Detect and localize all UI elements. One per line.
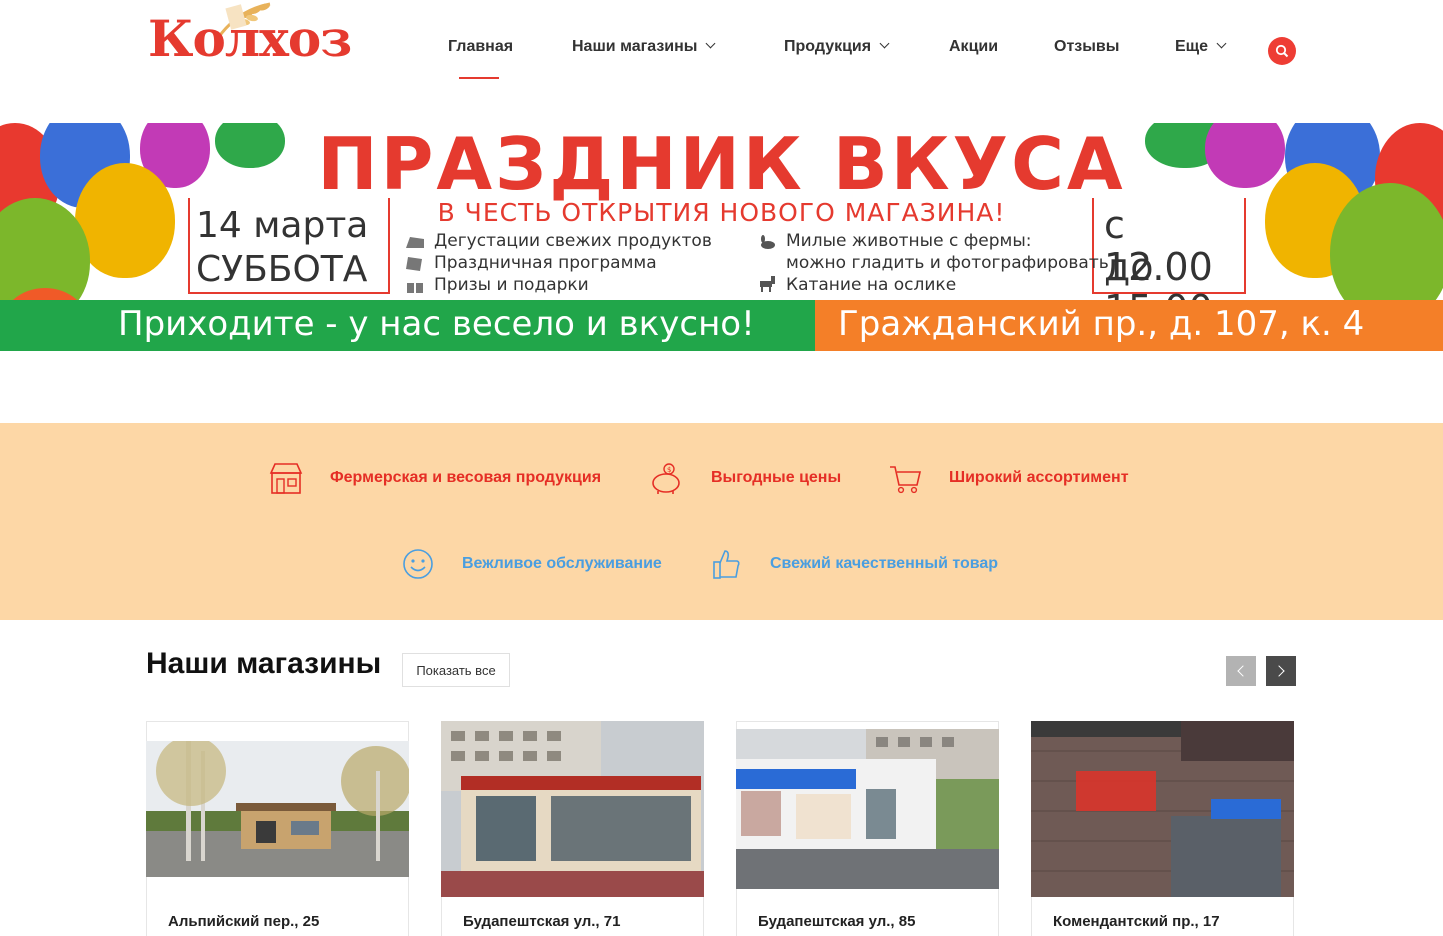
store-name: Будапештская ул., 85 bbox=[758, 913, 916, 930]
logo[interactable]: Колхоз bbox=[148, 0, 378, 86]
svg-text:$: $ bbox=[667, 466, 671, 474]
chevron-left-icon bbox=[1237, 665, 1249, 677]
cheese-icon bbox=[406, 235, 424, 249]
store-name: Альпийский пер., 25 bbox=[168, 913, 320, 930]
advantage-item: Свежий качественный товар bbox=[708, 546, 998, 582]
banner-feature: Катание на ослике bbox=[786, 275, 957, 295]
store-name: Будапештская ул., 71 bbox=[463, 913, 621, 930]
store-card[interactable]: Комендантский пр., 17 bbox=[1031, 721, 1294, 936]
banner-feature: Милые животные с фермы: bbox=[786, 231, 1032, 251]
store-name: Комендантский пр., 17 bbox=[1053, 913, 1220, 930]
banner-feature: можно гладить и фотографировать bbox=[786, 253, 1109, 273]
nav-more-label: Еще bbox=[1175, 38, 1209, 55]
nav-home-label: Главная bbox=[448, 38, 514, 55]
banner-slogan: Приходите - у нас весело и вкусно! bbox=[118, 304, 755, 344]
nav-promotions[interactable]: Акции bbox=[949, 38, 998, 56]
donkey-icon bbox=[756, 275, 778, 293]
carousel-prev-button[interactable] bbox=[1226, 656, 1256, 686]
piggy-bank-icon: $ bbox=[649, 460, 685, 496]
rabbit-icon bbox=[758, 235, 776, 249]
nav-our-stores[interactable]: Наши магазины bbox=[572, 38, 716, 56]
banner-feature: Праздничная программа bbox=[434, 253, 657, 273]
advantage-label: Широкий ассортимент bbox=[949, 469, 1129, 486]
shop-icon bbox=[268, 460, 304, 496]
store-card[interactable]: Будапештская ул., 71 bbox=[441, 721, 704, 936]
event-date-day: 14 марта bbox=[196, 205, 369, 246]
advantage-item: $ Выгодные цены bbox=[649, 460, 841, 496]
gift-icon bbox=[406, 279, 424, 293]
banner-feature: Дегустации свежих продуктов bbox=[434, 231, 712, 251]
nav-more[interactable]: Еще bbox=[1175, 38, 1227, 56]
advantage-label: Выгодные цены bbox=[711, 469, 842, 486]
promo-banner[interactable]: ПРАЗДНИК ВКУСА В ЧЕСТЬ ОТКРЫТИЯ НОВОГО М… bbox=[0, 123, 1443, 351]
nav-home[interactable]: Главная bbox=[448, 38, 513, 56]
cart-icon bbox=[887, 460, 923, 496]
nav-products[interactable]: Продукция bbox=[784, 38, 890, 56]
show-all-button[interactable]: Показать все bbox=[402, 653, 510, 687]
event-date: 14 марта СУББОТА bbox=[188, 198, 390, 294]
advantage-label: Свежий качественный товар bbox=[770, 555, 999, 572]
stores-section-title: Наши магазины bbox=[146, 647, 382, 680]
store-card[interactable]: Будапештская ул., 85 bbox=[736, 721, 999, 936]
nav-active-indicator bbox=[459, 77, 499, 79]
nav-reviews-label: Отзывы bbox=[1054, 38, 1120, 55]
banner-feature: Призы и подарки bbox=[434, 275, 589, 295]
banner-title: ПРАЗДНИК ВКУСА bbox=[317, 123, 1126, 206]
nav-products-label: Продукция bbox=[784, 38, 872, 55]
thumbs-up-icon bbox=[708, 546, 744, 582]
advantage-item: Фермерская и весовая продукция bbox=[268, 460, 601, 496]
banner-address: Гражданский пр., д. 107, к. 4 bbox=[838, 304, 1365, 344]
advantage-item: Широкий ассортимент bbox=[887, 460, 1129, 496]
store-photo bbox=[736, 729, 999, 889]
chevron-down-icon bbox=[879, 38, 890, 49]
store-photo bbox=[1031, 721, 1294, 897]
nav-our-stores-label: Наши магазины bbox=[572, 38, 698, 55]
confetti-icon bbox=[406, 257, 424, 271]
advantages-section: Фермерская и весовая продукция $ Выгодны… bbox=[0, 423, 1443, 620]
logo-text: Колхоз bbox=[148, 9, 352, 68]
chevron-down-icon bbox=[1216, 38, 1227, 49]
nav-promotions-label: Акции bbox=[949, 38, 999, 55]
nav-reviews[interactable]: Отзывы bbox=[1054, 38, 1119, 56]
search-icon bbox=[1275, 44, 1289, 58]
store-photo bbox=[441, 721, 704, 897]
event-date-weekday: СУББОТА bbox=[196, 249, 368, 290]
site-header: Колхоз Главная Наши магазины Продукция А… bbox=[0, 0, 1443, 123]
chevron-down-icon bbox=[706, 38, 716, 49]
store-card[interactable]: Альпийский пер., 25 bbox=[146, 721, 409, 936]
advantage-label: Вежливое обслуживание bbox=[462, 555, 662, 572]
advantage-label: Фермерская и весовая продукция bbox=[330, 469, 602, 486]
advantage-item: Вежливое обслуживание bbox=[400, 546, 662, 582]
smile-icon bbox=[400, 546, 436, 582]
search-button[interactable] bbox=[1268, 37, 1296, 65]
store-photo bbox=[146, 741, 409, 877]
event-time: с 12.00 до 15.00 bbox=[1092, 198, 1246, 330]
chevron-right-icon bbox=[1273, 665, 1285, 677]
carousel-next-button[interactable] bbox=[1266, 656, 1296, 686]
